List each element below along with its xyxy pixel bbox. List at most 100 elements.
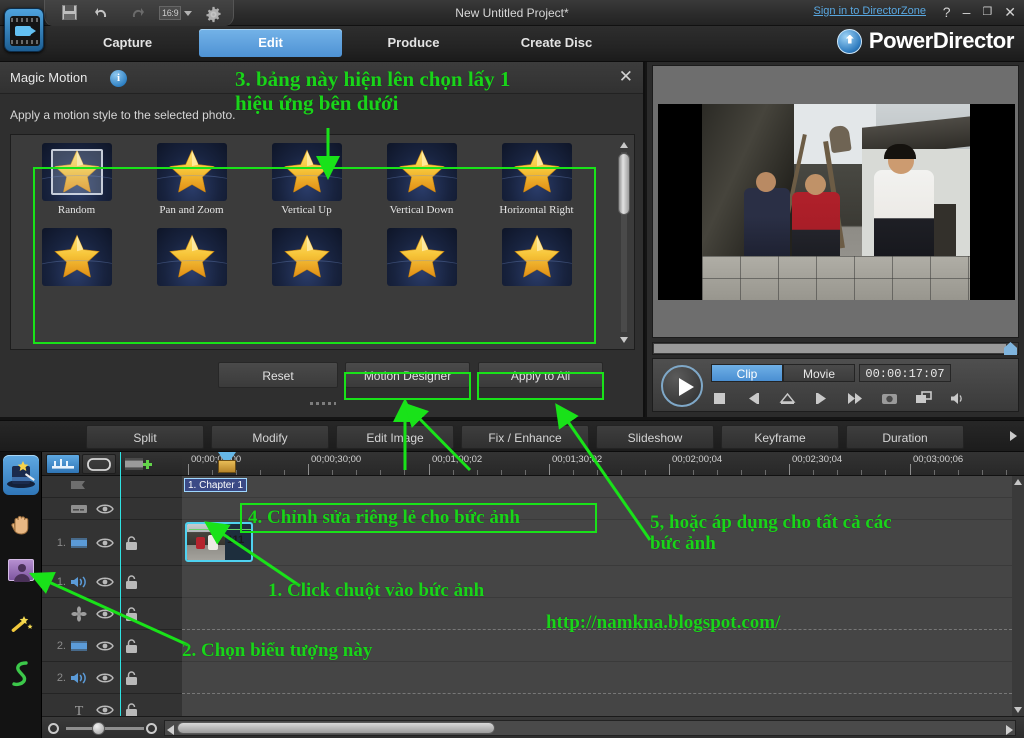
save-icon[interactable] bbox=[60, 3, 80, 23]
track-header[interactable] bbox=[42, 498, 182, 520]
scroll-down-icon[interactable] bbox=[617, 333, 631, 346]
track-lock-toggle[interactable] bbox=[118, 670, 144, 686]
scroll-thumb[interactable] bbox=[618, 153, 630, 215]
ruler-minor-tick bbox=[212, 470, 213, 475]
subtitle-icon[interactable] bbox=[66, 501, 92, 517]
horizontal-scroll-thumb[interactable] bbox=[177, 722, 495, 734]
track-visibility-toggle[interactable] bbox=[92, 639, 118, 653]
timeline-vertical-scrollbar[interactable] bbox=[1012, 476, 1024, 716]
tab-produce[interactable]: Produce bbox=[342, 29, 485, 57]
eye-icon bbox=[96, 609, 114, 618]
mode-movie-button[interactable]: Movie bbox=[783, 364, 855, 382]
directorzone-signin-link[interactable]: Sign in to DirectorZone bbox=[814, 5, 927, 17]
track-header[interactable] bbox=[42, 476, 182, 498]
rail-item-magic-fix[interactable] bbox=[0, 501, 42, 547]
info-icon[interactable]: i bbox=[110, 70, 127, 87]
track-visibility-toggle[interactable] bbox=[92, 671, 118, 685]
track-header[interactable]: 2. bbox=[42, 662, 182, 694]
tab-create-disc[interactable]: Create Disc bbox=[485, 29, 628, 57]
chapter-flag-icon[interactable] bbox=[66, 479, 92, 495]
timeline-view-button[interactable] bbox=[46, 454, 80, 474]
track-lock-toggle[interactable] bbox=[118, 638, 144, 654]
track-lock-toggle[interactable] bbox=[118, 606, 144, 622]
snapshot-camera-icon[interactable] bbox=[881, 390, 898, 407]
audio-track-icon[interactable] bbox=[66, 670, 92, 686]
edit-toolbar-slideshow-button[interactable]: Slideshow bbox=[596, 425, 714, 449]
track-lane[interactable] bbox=[182, 662, 1012, 694]
edit-toolbar-split-button[interactable]: Split bbox=[86, 425, 204, 449]
video-track-icon[interactable] bbox=[66, 638, 92, 654]
track-header[interactable] bbox=[42, 598, 182, 630]
aspect-ratio-selector[interactable]: 16:9 bbox=[159, 3, 193, 23]
track-visibility-toggle[interactable] bbox=[92, 502, 118, 516]
video-track-icon[interactable] bbox=[66, 535, 92, 551]
track-visibility-toggle[interactable] bbox=[92, 536, 118, 550]
mode-clip-button[interactable]: Clip bbox=[711, 364, 783, 382]
edit-toolbar-keyframe-button[interactable]: Keyframe bbox=[721, 425, 839, 449]
motion-list-scrollbar[interactable] bbox=[617, 138, 631, 346]
edit-toolbar-duration-button[interactable]: Duration bbox=[846, 425, 964, 449]
track-header[interactable]: 1. bbox=[42, 520, 182, 566]
close-icon[interactable]: ✕ bbox=[619, 67, 633, 87]
undo-icon[interactable] bbox=[94, 4, 112, 22]
reset-button[interactable]: Reset bbox=[218, 362, 338, 388]
preview-image bbox=[658, 104, 1015, 300]
tab-edit[interactable]: Edit bbox=[199, 29, 342, 57]
close-button[interactable]: ✕ bbox=[1004, 2, 1016, 22]
track-number: 2. bbox=[56, 671, 66, 684]
playhead[interactable] bbox=[120, 452, 121, 716]
track-visibility-toggle[interactable] bbox=[92, 607, 118, 621]
track-visibility-toggle[interactable] bbox=[92, 575, 118, 589]
edit-toolbar-fix-enhance-button[interactable]: Fix / Enhance bbox=[461, 425, 589, 449]
zoom-slider-knob[interactable] bbox=[92, 722, 105, 735]
storyboard-view-button[interactable] bbox=[82, 454, 116, 474]
track-lock-toggle[interactable] bbox=[118, 574, 144, 590]
rail-item-magic-music[interactable] bbox=[0, 651, 42, 697]
redo-icon[interactable] bbox=[127, 4, 145, 22]
edit-toolbar-modify-button[interactable]: Modify bbox=[211, 425, 329, 449]
timecode-display[interactable]: 00:00:17:07 bbox=[859, 364, 951, 382]
stop-icon[interactable] bbox=[711, 390, 728, 407]
previous-frame-icon[interactable] bbox=[745, 390, 762, 407]
zoom-slider[interactable] bbox=[66, 727, 144, 730]
track-lane[interactable]: 1. Chapter 1 bbox=[182, 476, 1012, 498]
add-track-icon[interactable] bbox=[124, 454, 154, 474]
track-lock-toggle[interactable] bbox=[118, 535, 144, 551]
scroll-left-icon[interactable] bbox=[167, 725, 174, 735]
edit-toolbar-edit-image-button[interactable]: Edit Image bbox=[336, 425, 454, 449]
fast-forward-icon[interactable] bbox=[847, 390, 864, 407]
transport-buttons bbox=[711, 387, 1011, 409]
scrubber-track[interactable] bbox=[654, 344, 1006, 353]
gear-icon[interactable] bbox=[205, 6, 222, 23]
set-marker-icon[interactable] bbox=[779, 390, 796, 407]
restore-button[interactable]: ❐ bbox=[982, 2, 992, 22]
ruler-tick bbox=[429, 464, 430, 475]
next-frame-icon[interactable] bbox=[813, 390, 830, 407]
effect-track-icon[interactable] bbox=[66, 605, 92, 622]
zoom-out-icon[interactable] bbox=[48, 723, 59, 734]
scroll-right-icon[interactable] bbox=[1006, 725, 1013, 735]
volume-icon[interactable] bbox=[949, 390, 966, 407]
minimize-button[interactable]: – bbox=[963, 2, 971, 22]
rail-item-magic-motion[interactable] bbox=[0, 559, 42, 605]
rail-item-magic-tools[interactable] bbox=[0, 455, 42, 501]
preview-timeline-scrubber[interactable] bbox=[652, 342, 1019, 355]
ruler-minor-tick bbox=[501, 470, 502, 475]
zoom-in-icon[interactable] bbox=[146, 723, 157, 734]
track-lane[interactable] bbox=[182, 694, 1012, 716]
help-icon[interactable]: ? bbox=[943, 2, 951, 22]
tab-capture[interactable]: Capture bbox=[56, 29, 199, 57]
audio-track-icon[interactable] bbox=[66, 574, 92, 590]
track-header[interactable]: 2. bbox=[42, 630, 182, 662]
play-button[interactable] bbox=[661, 365, 703, 407]
timeline-horizontal-scrollbar[interactable] bbox=[164, 720, 1016, 736]
rail-item-magic-style[interactable] bbox=[0, 605, 42, 651]
preview-window-icon[interactable] bbox=[915, 390, 932, 407]
chapter-marker[interactable]: 1. Chapter 1 bbox=[184, 478, 248, 492]
timeline-ruler[interactable]: 00;00;00;00 00;00;30;00 00;01;00;02 00;01;3… bbox=[182, 452, 1024, 476]
track-header[interactable]: 1. bbox=[42, 566, 182, 598]
track-visibility-toggle[interactable] bbox=[92, 703, 118, 717]
scroll-up-icon[interactable] bbox=[617, 138, 631, 151]
playhead-handle[interactable] bbox=[218, 452, 237, 474]
toolbar-more-icon[interactable] bbox=[1010, 431, 1017, 441]
